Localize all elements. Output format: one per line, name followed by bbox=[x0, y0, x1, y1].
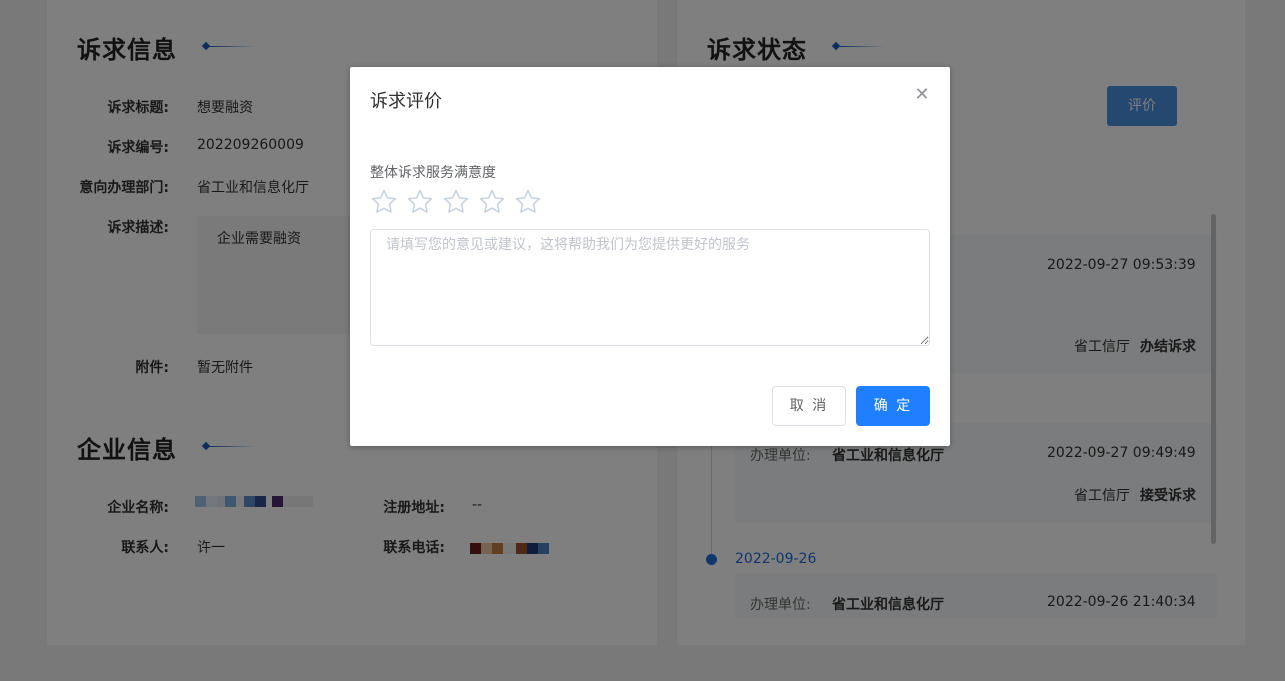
confirm-button[interactable]: 确 定 bbox=[856, 386, 930, 426]
evaluation-dialog: 诉求评价 ✕ 整体诉求服务满意度 取 消 确 定 bbox=[350, 67, 950, 446]
cancel-button[interactable]: 取 消 bbox=[772, 386, 846, 426]
star-icon[interactable] bbox=[478, 188, 506, 216]
star-icon[interactable] bbox=[406, 188, 434, 216]
star-icon[interactable] bbox=[514, 188, 542, 216]
star-icon[interactable] bbox=[442, 188, 470, 216]
star-rating[interactable] bbox=[370, 188, 542, 216]
close-icon[interactable]: ✕ bbox=[913, 86, 931, 104]
dialog-title: 诉求评价 bbox=[370, 91, 442, 112]
star-icon[interactable] bbox=[370, 188, 398, 216]
rating-label: 整体诉求服务满意度 bbox=[370, 165, 496, 181]
feedback-textarea[interactable] bbox=[370, 229, 930, 346]
